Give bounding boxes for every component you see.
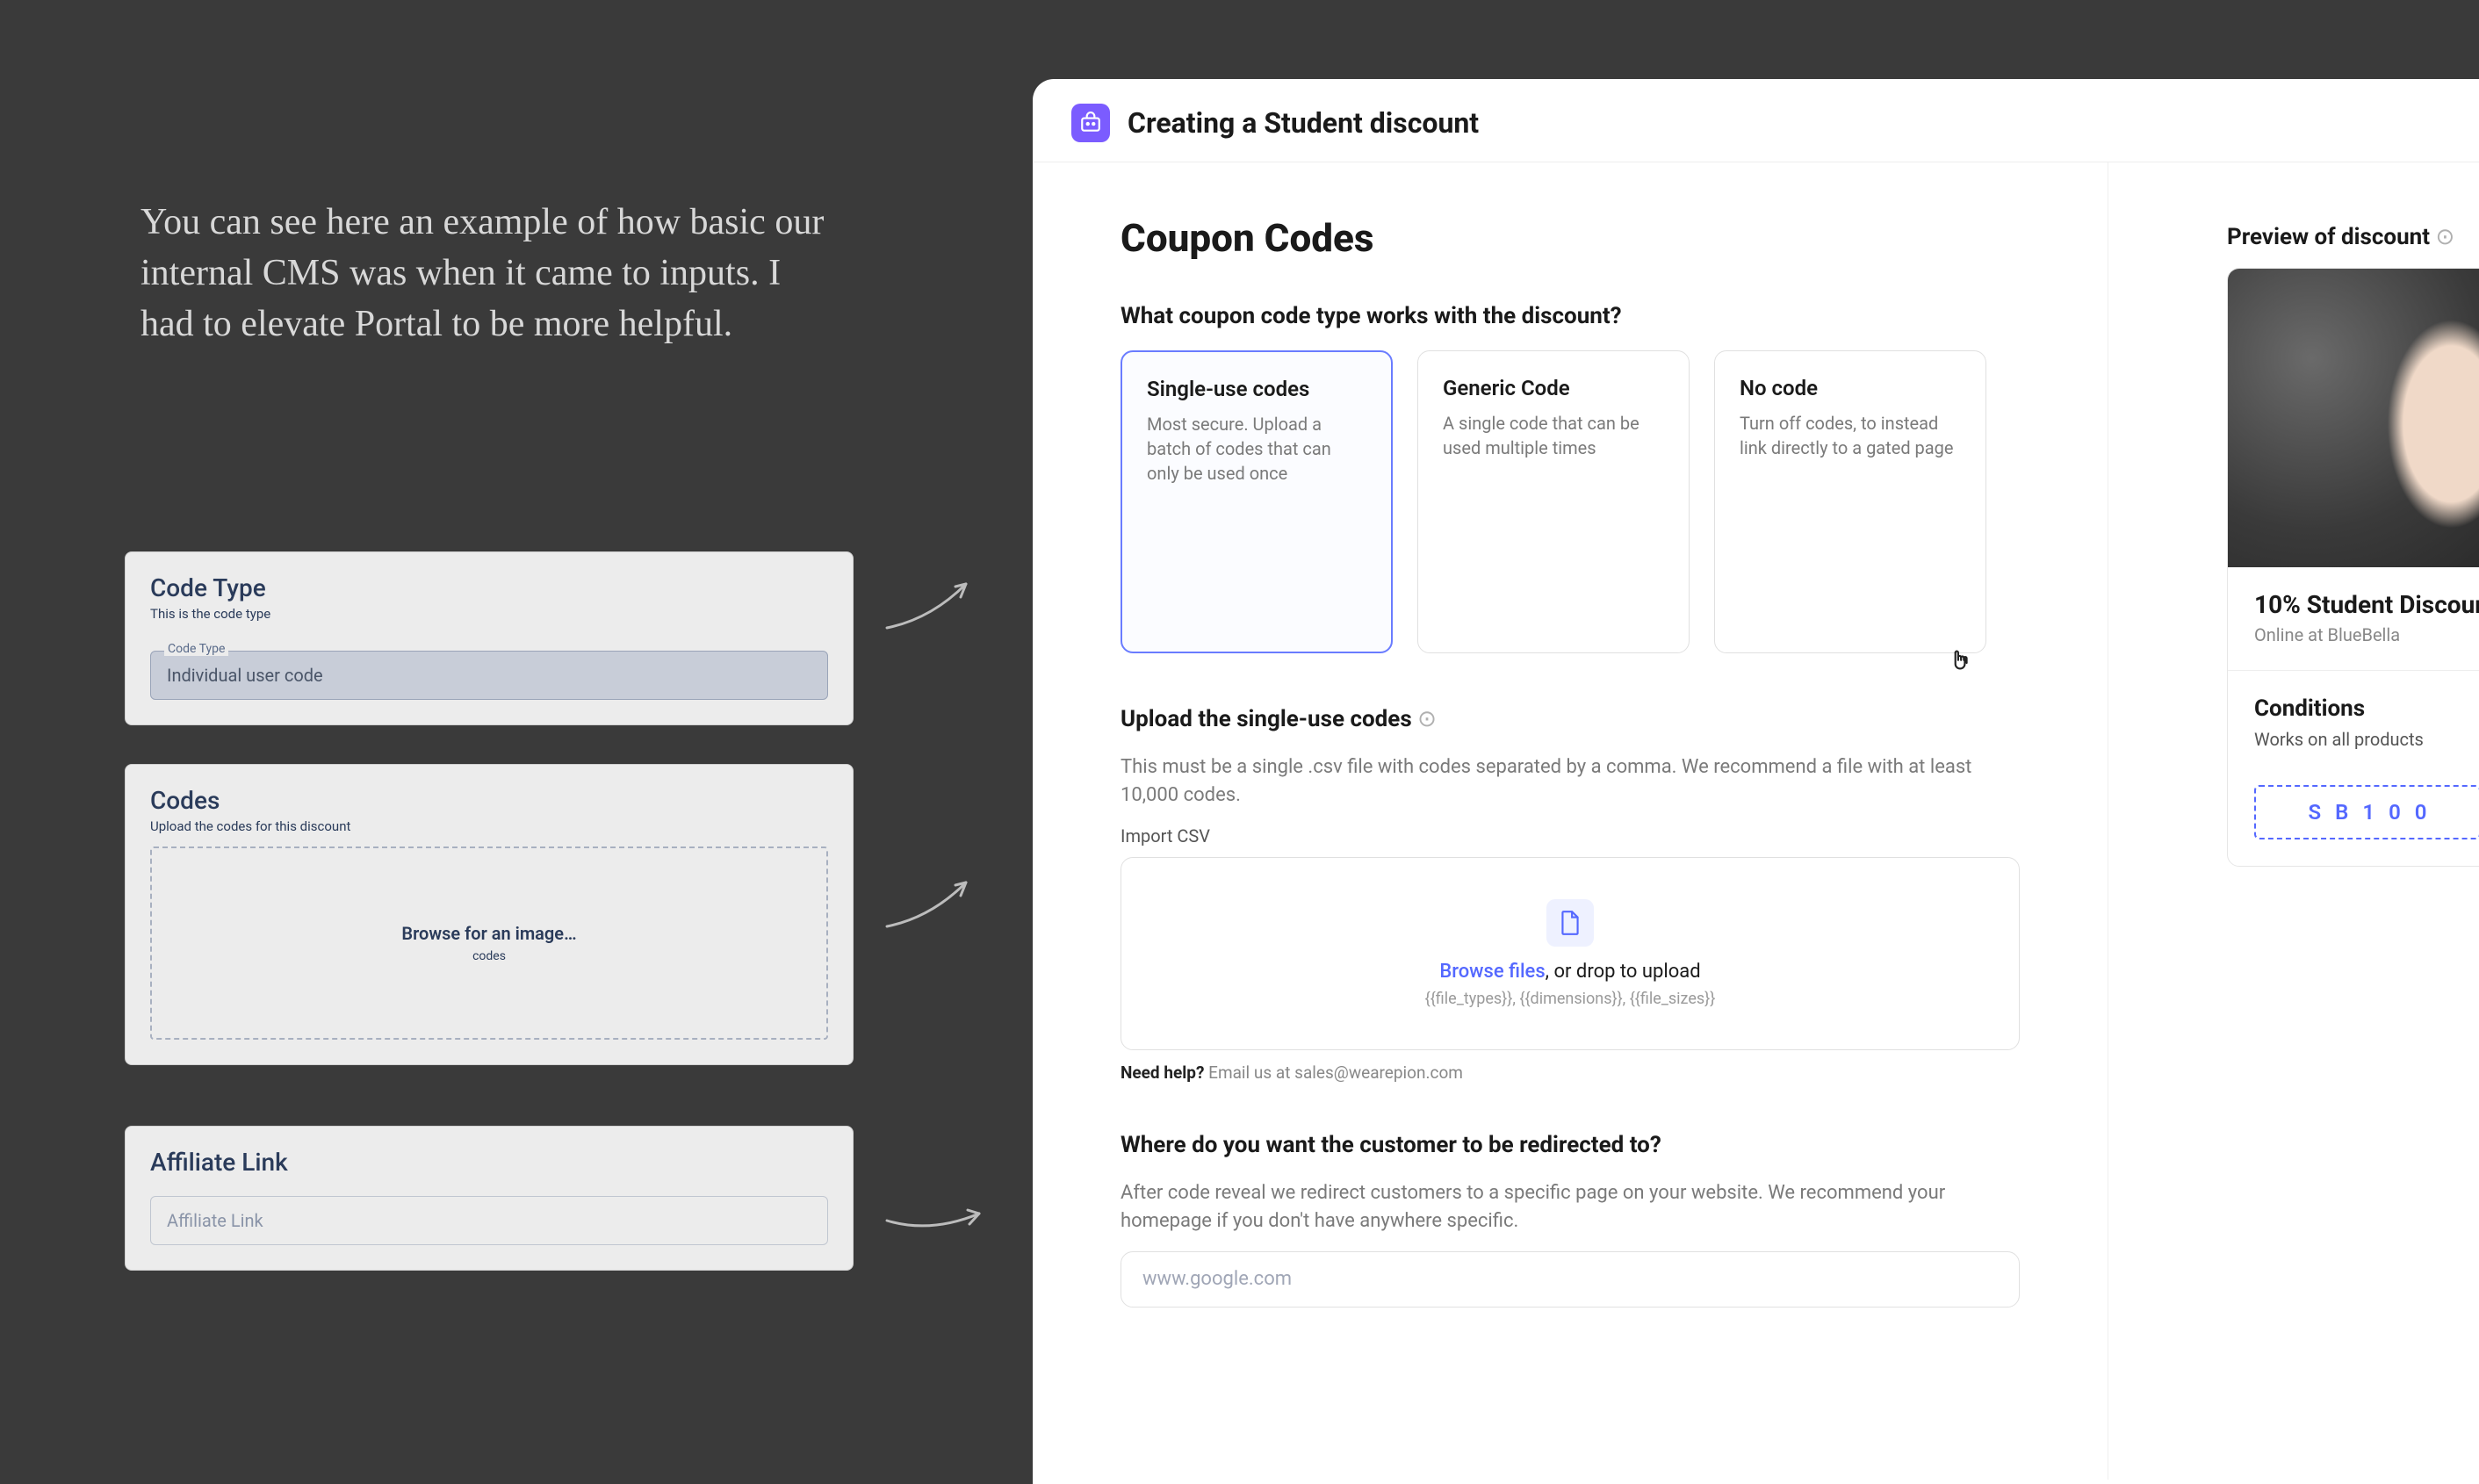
need-help-label: Need help? <box>1121 1063 1204 1083</box>
upload-dropzone[interactable]: Browse files, or drop to upload {{file_t… <box>1121 857 2020 1050</box>
file-icon <box>1546 899 1594 947</box>
panel-title: Codes <box>150 786 828 815</box>
question-code-type: What coupon code type works with the dis… <box>1121 303 2020 329</box>
discount-code[interactable]: SB100 <box>2254 785 2479 839</box>
app-main: Coupon Codes What coupon code type works… <box>1033 162 2108 1480</box>
preview-subtitle: Online at BlueBella <box>2254 624 2479 645</box>
old-cms-panel-code-type: Code Type This is the code type Code Typ… <box>125 551 854 725</box>
upload-line1: Browse files, or drop to upload <box>1439 961 1700 983</box>
affiliate-link-input[interactable]: Affiliate Link <box>150 1196 828 1245</box>
browse-files-link[interactable]: Browse files <box>1439 961 1545 983</box>
section-title: Coupon Codes <box>1121 215 2020 261</box>
app-window: Creating a Student discount Coupon Codes… <box>1033 79 2479 1484</box>
panel-subtitle: Upload the codes for this discount <box>150 818 828 834</box>
arrow-icon <box>878 1194 992 1247</box>
old-upload-area[interactable]: Browse for an image… codes <box>150 846 828 1040</box>
option-desc: A single code that can be used multiple … <box>1443 411 1664 460</box>
preview-image <box>2228 269 2479 567</box>
panel-title: Code Type <box>150 573 828 602</box>
app-header: Creating a Student discount <box>1033 79 2479 162</box>
upload-rest: , or drop to upload <box>1546 961 1701 983</box>
redirect-help-text: After code reveal we redirect customers … <box>1121 1179 2020 1235</box>
panel-subtitle: This is the code type <box>150 606 828 622</box>
question-upload: Upload the single-use codes ⊙ <box>1121 706 2020 732</box>
conditions-text: Works on all products <box>2254 729 2479 750</box>
preview-card: 10% Student Discount Online at BlueBella… <box>2227 268 2479 867</box>
preview-title: 10% Student Discount <box>2254 590 2479 619</box>
option-title: Single-use codes <box>1147 377 1366 401</box>
arrow-icon <box>878 571 984 641</box>
preview-label-text: Preview of discount <box>2227 224 2430 250</box>
annotation-text: You can see here an example of how basic… <box>141 198 825 350</box>
info-icon[interactable]: ⊙ <box>2436 224 2455 250</box>
preview-label: Preview of discount ⊙ <box>2227 224 2479 250</box>
upload-main-text: Browse for an image… <box>401 923 576 944</box>
old-cms-panel-affiliate: Affiliate Link Affiliate Link <box>125 1126 854 1271</box>
question-redirect: Where do you want the customer to be red… <box>1121 1132 2020 1158</box>
option-title: Generic Code <box>1443 376 1664 400</box>
option-desc: Most secure. Upload a batch of codes tha… <box>1147 412 1366 486</box>
need-help-email: Email us at sales@wearepion.com <box>1208 1063 1463 1083</box>
question-upload-text: Upload the single-use codes <box>1121 706 1412 732</box>
option-desc: Turn off codes, to instead link directly… <box>1740 411 1961 460</box>
arrow-icon <box>878 869 984 940</box>
upload-meta: {{file_types}}, {{dimensions}}, {{file_s… <box>1425 990 1716 1008</box>
old-cms-panel-codes: Codes Upload the codes for this discount… <box>125 764 854 1065</box>
option-no-code[interactable]: No code Turn off codes, to instead link … <box>1714 350 1986 653</box>
option-single-use[interactable]: Single-use codes Most secure. Upload a b… <box>1121 350 1393 653</box>
option-generic[interactable]: Generic Code A single code that can be u… <box>1417 350 1690 653</box>
app-logo-icon <box>1071 104 1110 142</box>
option-title: No code <box>1740 376 1961 400</box>
info-icon[interactable]: ⊙ <box>1417 706 1437 732</box>
code-type-options: Single-use codes Most secure. Upload a b… <box>1121 350 2020 653</box>
conditions-title: Conditions <box>2254 695 2479 722</box>
preview-panel: Preview of discount ⊙ 10% Student Discou… <box>2108 162 2479 1480</box>
import-label: Import CSV <box>1121 825 2020 846</box>
field-label: Code Type <box>164 642 228 656</box>
need-help-line: Need help? Email us at sales@wearepion.c… <box>1121 1063 2020 1083</box>
code-type-input[interactable]: Individual user code <box>150 651 828 700</box>
redirect-url-input[interactable]: www.google.com <box>1121 1251 2020 1308</box>
upload-sub-text: codes <box>472 949 506 963</box>
upload-help-text: This must be a single .csv file with cod… <box>1121 753 2020 810</box>
panel-title: Affiliate Link <box>150 1148 828 1177</box>
divider <box>2228 670 2479 671</box>
app-title: Creating a Student discount <box>1128 106 1479 140</box>
